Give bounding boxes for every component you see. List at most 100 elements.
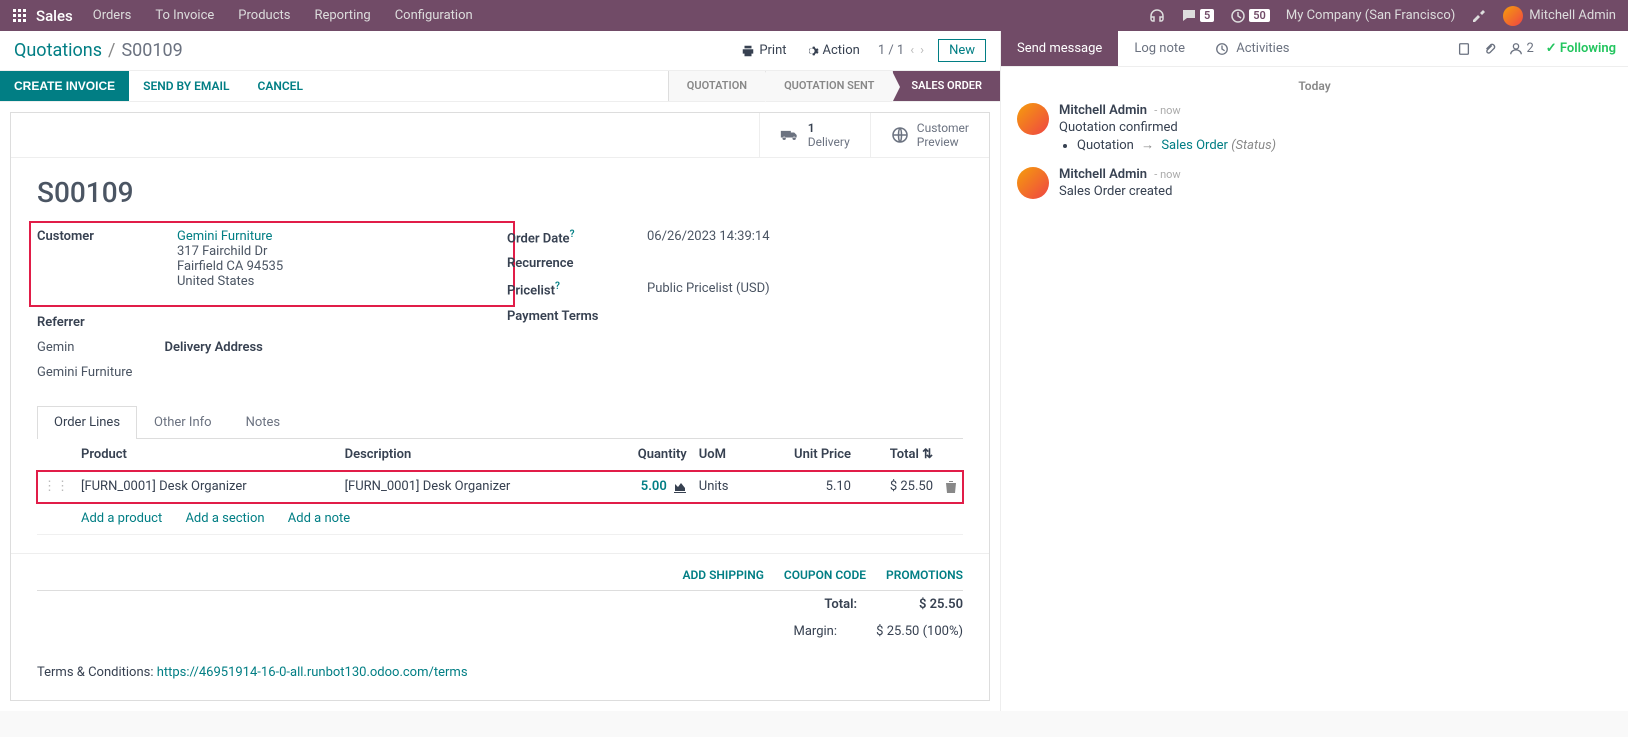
addr-line1: 317 Fairchild Dr bbox=[177, 244, 267, 259]
nav-brand[interactable]: Sales bbox=[36, 7, 73, 25]
apps-icon[interactable] bbox=[12, 8, 28, 24]
coupon-code-link[interactable]: COUPON CODE bbox=[784, 568, 866, 582]
msg-author[interactable]: Mitchell Admin bbox=[1059, 167, 1147, 182]
tab-order-lines[interactable]: Order Lines bbox=[37, 406, 137, 439]
delete-row-icon[interactable] bbox=[945, 479, 957, 494]
gemini-furniture-text: Gemini Furniture bbox=[37, 365, 132, 380]
terms-link[interactable]: https://46951914-16-0-all.runbot130.odoo… bbox=[157, 665, 468, 680]
action-button[interactable]: Action bbox=[805, 43, 860, 58]
pager-prev[interactable]: ‹ bbox=[910, 43, 914, 58]
company-switcher[interactable]: My Company (San Francisco) bbox=[1286, 8, 1455, 23]
clip-icon[interactable] bbox=[1483, 41, 1497, 56]
chatter-message: Mitchell Admin - now Sales Order created bbox=[1017, 167, 1612, 199]
th-product[interactable]: Product bbox=[75, 439, 339, 471]
cell-uom[interactable]: Units bbox=[693, 471, 755, 503]
status-bar: QUOTATION QUOTATION SENT SALES ORDER bbox=[668, 71, 1000, 101]
add-section-link[interactable]: Add a section bbox=[185, 511, 264, 526]
breadcrumb-parent[interactable]: Quotations bbox=[14, 40, 102, 61]
user-menu[interactable]: Mitchell Admin bbox=[1503, 6, 1616, 26]
tray-chat-icon[interactable]: 5 bbox=[1181, 8, 1214, 24]
avatar-icon bbox=[1017, 167, 1049, 199]
add-product-link[interactable]: Add a product bbox=[81, 511, 162, 526]
th-quantity[interactable]: Quantity bbox=[602, 439, 693, 471]
customer-highlight: Customer Gemini Furniture 317 Fairchild … bbox=[29, 221, 515, 307]
delivery-button[interactable]: 1 Delivery bbox=[759, 113, 870, 157]
th-uom[interactable]: UoM bbox=[693, 439, 755, 471]
nav-products[interactable]: Products bbox=[238, 8, 290, 23]
followers-count[interactable]: 2 bbox=[1509, 41, 1534, 56]
status-quotation-sent[interactable]: QUOTATION SENT bbox=[765, 71, 892, 101]
forecast-icon[interactable] bbox=[673, 479, 687, 494]
clock-badge: 50 bbox=[1249, 9, 1270, 22]
following-button[interactable]: ✓ Following bbox=[1546, 41, 1616, 56]
tab-other-info[interactable]: Other Info bbox=[137, 406, 229, 438]
th-description[interactable]: Description bbox=[339, 439, 603, 471]
new-button[interactable]: New bbox=[938, 39, 986, 62]
nav-orders[interactable]: Orders bbox=[93, 8, 132, 23]
attachment-icon[interactable] bbox=[1457, 41, 1471, 56]
activities-button[interactable]: Activities bbox=[1201, 31, 1303, 66]
send-by-email-button[interactable]: SEND BY EMAIL bbox=[129, 71, 243, 101]
chatter-today: Today bbox=[1017, 79, 1612, 93]
tab-notes[interactable]: Notes bbox=[229, 406, 298, 438]
action-bar: CREATE INVOICE SEND BY EMAIL CANCEL QUOT… bbox=[0, 71, 1000, 102]
arrow-icon: → bbox=[1141, 138, 1154, 153]
create-invoice-button[interactable]: CREATE INVOICE bbox=[0, 71, 129, 101]
addr-line3: United States bbox=[177, 274, 254, 289]
msg-link[interactable]: Sales Order bbox=[1161, 138, 1228, 153]
chatter: Send message Log note Activities 2 ✓ Fol… bbox=[1000, 31, 1628, 711]
cell-quantity[interactable]: 5.00 bbox=[641, 479, 667, 494]
nav-to-invoice[interactable]: To Invoice bbox=[155, 8, 214, 23]
pager-next[interactable]: › bbox=[920, 43, 924, 58]
breadcrumb-sep: / bbox=[108, 40, 115, 61]
avatar-icon bbox=[1017, 103, 1049, 135]
order-title: S00109 bbox=[37, 176, 963, 209]
cell-product[interactable]: [FURN_0001] Desk Organizer bbox=[75, 471, 339, 503]
nav-reporting[interactable]: Reporting bbox=[314, 8, 370, 23]
promotions-link[interactable]: PROMOTIONS bbox=[886, 568, 963, 582]
total-label: Total: bbox=[777, 597, 857, 612]
cell-description[interactable]: [FURN_0001] Desk Organizer bbox=[339, 471, 603, 503]
add-shipping-link[interactable]: ADD SHIPPING bbox=[682, 568, 763, 582]
log-note-button[interactable]: Log note bbox=[1118, 31, 1201, 66]
pager: 1 / 1 ‹ › bbox=[878, 43, 924, 58]
msg-body: Sales Order created bbox=[1059, 184, 1181, 199]
margin-value: $ 25.50 (100%) bbox=[853, 624, 963, 639]
order-lines-table: Product Description Quantity UoM Unit Pr… bbox=[37, 439, 963, 535]
breadcrumb: Quotations / S00109 Print Action 1 / 1 ‹… bbox=[0, 31, 1000, 71]
addr-line2: Fairfield CA 94535 bbox=[177, 259, 283, 274]
send-message-button[interactable]: Send message bbox=[1001, 31, 1118, 66]
drag-handle-icon[interactable]: ⋮⋮ bbox=[43, 479, 69, 494]
tabs: Order Lines Other Info Notes bbox=[37, 406, 963, 439]
terms-conditions: Terms & Conditions: https://46951914-16-… bbox=[11, 655, 989, 700]
tray-clock-icon[interactable]: 50 bbox=[1230, 8, 1270, 24]
cancel-button[interactable]: CANCEL bbox=[243, 71, 316, 101]
th-unit-price[interactable]: Unit Price bbox=[755, 439, 857, 471]
nav-configuration[interactable]: Configuration bbox=[395, 8, 473, 23]
label-recurrence: Recurrence bbox=[507, 256, 647, 271]
chatter-message: Mitchell Admin - now Quotation confirmed… bbox=[1017, 103, 1612, 153]
label-referrer: Referrer bbox=[37, 315, 177, 330]
label-customer: Customer bbox=[37, 229, 177, 289]
msg-time: - now bbox=[1154, 168, 1180, 181]
margin-label: Margin: bbox=[757, 624, 837, 639]
tray-tools-icon[interactable] bbox=[1471, 8, 1487, 24]
label-payment-terms: Payment Terms bbox=[507, 309, 647, 324]
customer-preview-button[interactable]: Customer Preview bbox=[870, 113, 989, 157]
print-button[interactable]: Print bbox=[741, 43, 786, 58]
cell-unit-price[interactable]: 5.10 bbox=[755, 471, 857, 503]
table-row[interactable]: ⋮⋮ [FURN_0001] Desk Organizer [FURN_0001… bbox=[37, 471, 963, 503]
gemin-text: Gemin bbox=[37, 340, 75, 355]
th-total[interactable]: Total ⇅ bbox=[857, 439, 939, 471]
pricelist-value: Public Pricelist (USD) bbox=[647, 281, 770, 298]
order-date-value: 06/26/2023 14:39:14 bbox=[647, 229, 770, 246]
customer-link[interactable]: Gemini Furniture bbox=[177, 229, 272, 244]
add-note-link[interactable]: Add a note bbox=[288, 511, 350, 526]
msg-author[interactable]: Mitchell Admin bbox=[1059, 103, 1147, 118]
label-delivery-address: Delivery Address bbox=[165, 340, 305, 355]
chat-badge: 5 bbox=[1200, 9, 1214, 22]
status-quotation[interactable]: QUOTATION bbox=[668, 71, 765, 101]
avatar-icon bbox=[1503, 6, 1523, 26]
status-sales-order[interactable]: SALES ORDER bbox=[892, 71, 1000, 101]
tray-support-icon[interactable] bbox=[1149, 8, 1165, 24]
